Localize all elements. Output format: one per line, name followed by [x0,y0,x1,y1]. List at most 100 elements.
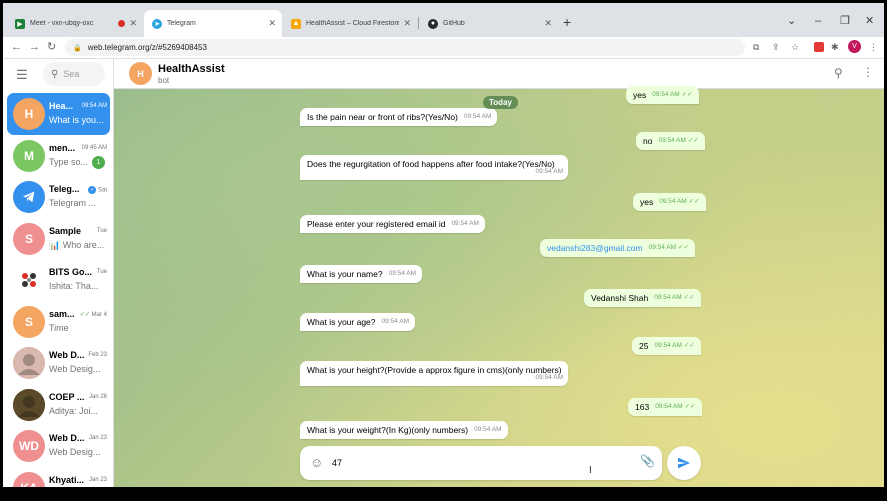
tab-title: Telegram [167,20,196,27]
maximize-button[interactable]: ❐ [840,15,850,27]
message-text: 163 [635,402,650,412]
outgoing-message[interactable]: 163 09:54 AM ✓✓ [628,398,702,416]
message-time-text: 09:54 AM [474,426,502,433]
chat-list-item[interactable]: H Hea... 09:54 AM What is you... [7,93,110,135]
url-text: web.telegram.org/z/#5269408453 [87,43,207,52]
chat-list-item[interactable]: Teleg... ✓ Sat Telegram ... [7,176,110,218]
read-check-icon: ✓✓ [79,311,90,318]
chat-time-text: Feb 23 [88,352,107,358]
message-text: What is your height?(Provide a approx fi… [307,365,562,375]
message-text: Does the regurgitation of food happens a… [307,159,555,169]
sidebar-header: ☰ ⚲ Sea [3,59,113,89]
chat-list-item[interactable]: COEP ... Jan 26 Aditya: Joi... [7,384,110,426]
chat-list-item[interactable]: S Sample Tue 📊 Who are... [7,218,110,260]
read-check-icon: ✓✓ [681,91,693,98]
hamburger-menu-icon[interactable]: ☰ [16,68,28,81]
tab-firestore[interactable]: ▲ HealthAssist – Cloud Firestore – F ✕ [283,10,417,37]
chat-name: Sample [49,225,82,236]
back-button[interactable]: ← [11,40,22,54]
close-icon[interactable]: ✕ [403,18,411,29]
tab-telegram[interactable]: ➤ Telegram ✕ [144,10,282,37]
chat-time: Jan 26 [89,394,107,400]
close-icon[interactable]: ✕ [129,18,137,29]
message-text: Please enter your registered email id [307,219,446,229]
outgoing-message[interactable]: Vedanshi Shah 09:54 AM ✓✓ [584,289,701,307]
chat-name: Hea... [49,101,74,111]
incoming-message[interactable]: Please enter your registered email id 09:… [300,215,485,233]
chat-preview: Telegram ... [49,198,97,208]
outgoing-message[interactable]: 25 09:54 AM ✓✓ [632,337,701,355]
share-icon[interactable]: ⇪ [772,41,780,53]
forward-button[interactable]: → [29,40,40,54]
message-input[interactable] [332,455,632,471]
reload-button[interactable]: ↻ [47,40,56,54]
message-text: vedanshi283@gmail.com [547,243,643,253]
profile-avatar[interactable]: V [848,40,861,53]
chat-avatar [13,181,45,213]
message-time-text: 09:54 AM [388,270,417,277]
chat-list: H Hea... 09:54 AM What is you... Mmen... 09:4… [3,93,113,487]
chat-list-item[interactable]: Ssam... ✓✓ Mar 4 Time [7,301,110,343]
tab-search-icon[interactable]: ⌄ [787,15,796,27]
browser-menu-icon[interactable]: ⋮ [869,41,878,53]
read-check-icon: ✓✓ [683,342,695,349]
chat-avatar: S [13,222,45,255]
search-placeholder: Sea [63,69,80,79]
chat-list-item[interactable]: Mmen... 09:45 AM Type so... 1 [7,135,110,177]
install-app-icon[interactable]: ⧉ [753,41,759,53]
chat-avatar: S [13,305,45,338]
read-check-icon: ✓✓ [683,294,695,301]
extension-icon[interactable] [814,42,824,52]
send-button[interactable] [667,446,701,480]
close-window-button[interactable]: ✕ [865,15,874,27]
address-bar[interactable]: 🔒 web.telegram.org/z/#5269408453 [65,39,745,56]
more-options-icon[interactable]: ⋮ [862,66,874,78]
search-icon: ⚲ [51,68,59,80]
outgoing-message[interactable]: no 09:54 AM ✓✓ [636,132,705,150]
minimize-button[interactable]: – [815,15,821,27]
incoming-message[interactable]: Is the pain near or front of ribs?(Yes/N… [300,108,498,126]
search-input[interactable]: ⚲ Sea [43,62,105,86]
message-time: 09:54 AM ✓✓ [658,135,698,147]
chat-time: Feb 23 [88,352,107,358]
chat-time-text: Sat [97,187,107,194]
message-time-text: 09:54 AM [648,244,677,251]
outgoing-message[interactable]: vedanshi283@gmail.com 09:54 AM ✓✓ [540,239,695,257]
chat-header[interactable]: H HealthAssist bot ⚲ ⋮ [114,59,884,89]
search-icon[interactable]: ⚲ [834,67,843,79]
chat-list-item[interactable]: KA Khyati... Jan 23 [7,467,110,487]
meet-icon: ▶ [15,18,25,29]
chat-avatar [13,264,45,296]
close-icon[interactable]: ✕ [544,18,552,29]
close-icon[interactable]: ✕ [268,18,276,29]
chat-list-item[interactable]: BITS Go... Tue Ishita: Tha... [7,259,110,301]
extensions-puzzle-icon[interactable]: ✱ [831,41,839,53]
tab-github[interactable]: ● GitHub ✕ [420,10,558,37]
read-check-icon: ✓✓ [688,198,700,205]
chat-time-text: Jan 26 [88,393,107,400]
chat-time-text: 09:45 AM [81,144,107,151]
incoming-message[interactable]: Does the regurgitation of food happens a… [300,155,568,180]
message-time-text: 09:54 AM [659,198,687,205]
incoming-message[interactable]: What is your weight?(In Kg)(only numbers… [300,421,508,439]
message-time-text: 09:54 AM [652,91,680,98]
chat-list-item[interactable]: WD Web D... Jan 23 Web Desig... [7,425,110,467]
message-time: 09:54 AM [451,218,478,230]
incoming-message[interactable]: What is your name? 09:54 AM [300,265,423,283]
chat-avatar [13,388,45,421]
outgoing-message[interactable]: yes 09:54 AM ✓✓ [633,193,706,211]
incoming-message[interactable]: What is your height?(Provide a approx fi… [300,361,568,386]
new-tab-button[interactable]: + [563,15,571,29]
tab-meet[interactable]: ▶ Meet - vxn-ubqy-oxc ✕ [7,10,143,37]
chat-time: Jan 23 [89,435,107,441]
recording-icon [118,20,126,27]
incoming-message[interactable]: What is your age? 09:54 AM [300,313,415,331]
bookmark-star-icon[interactable]: ☆ [791,41,799,53]
message-time-text: 09:54 AM [654,342,682,349]
chat-time-text: Mar 4 [91,311,107,318]
chat-list-item[interactable]: Web D... Feb 23 Web Desig... [7,342,110,384]
attach-icon[interactable]: 📎 [640,455,655,468]
chat-time-text: 09:54 AM [81,103,107,109]
outgoing-message[interactable]: yes 09:54 AM ✓✓ [626,86,699,104]
emoji-icon[interactable]: ☺ [310,456,323,469]
